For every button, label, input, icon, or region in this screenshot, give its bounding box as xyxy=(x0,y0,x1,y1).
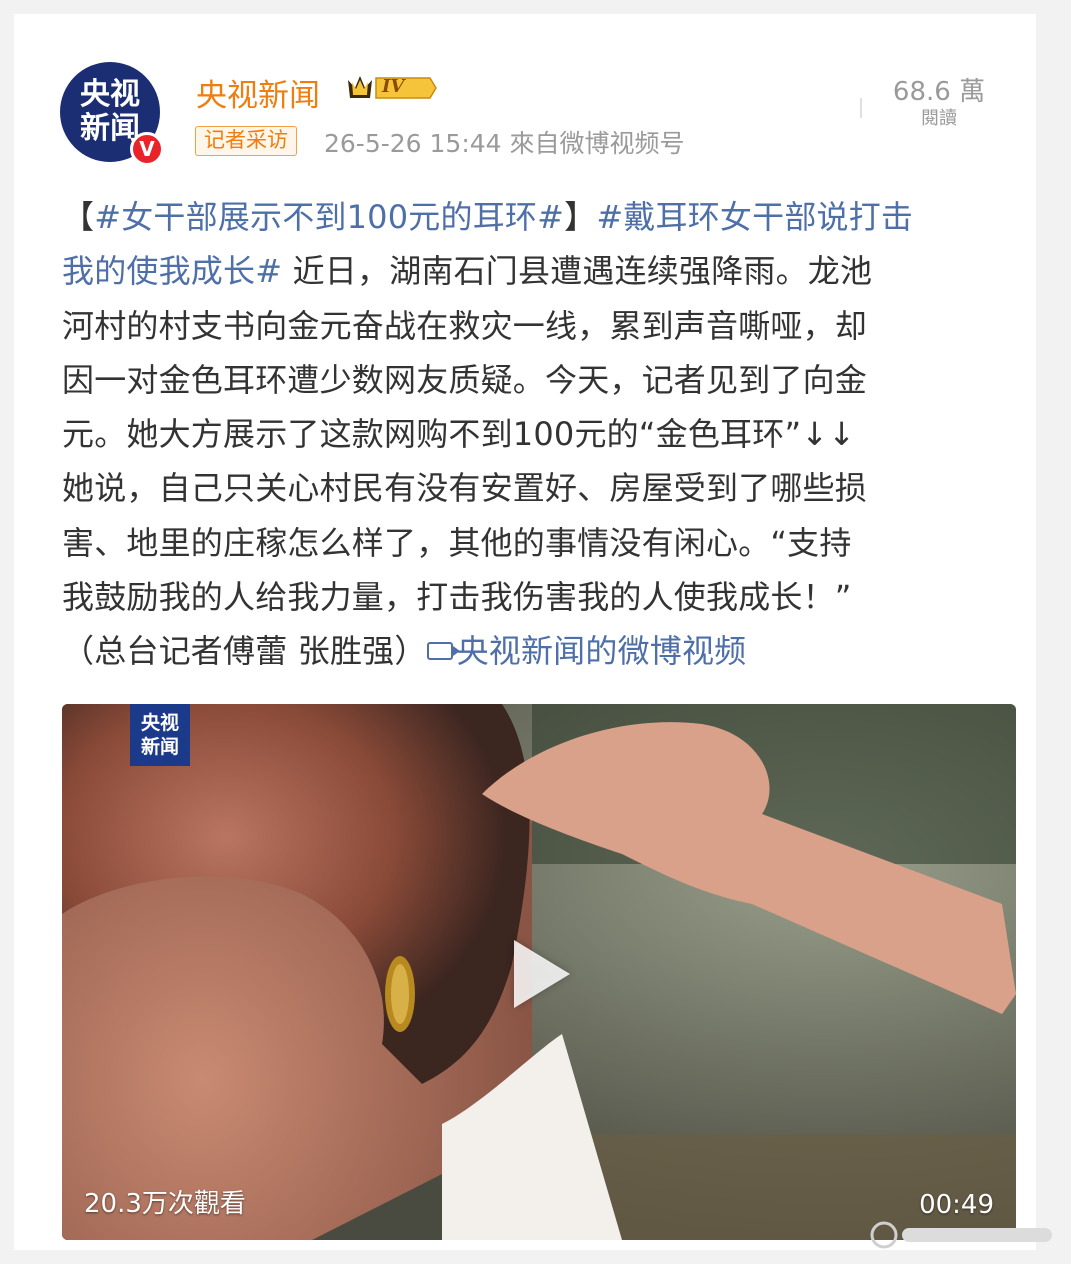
post-text: 【#女干部展示不到100元的耳环#】#戴耳环女干部说打击 我的使我成长# 近日，湖… xyxy=(62,190,1012,679)
video-logo-line2: 新闻 xyxy=(140,736,179,758)
views-counter: 68.6 萬 閱讀 xyxy=(874,76,1004,130)
views-label: 閱讀 xyxy=(921,108,957,129)
video-player[interactable]: 央视 新闻 20.3万次觀看 00:49 xyxy=(62,704,1016,1240)
avatar-logo-line1: 央视 xyxy=(80,77,140,112)
timestamp: 26-5-26 15:44 xyxy=(324,129,502,158)
text-segment: 】 xyxy=(564,198,597,236)
text-segment: 害、地里的庄稼怎么样了，其他的事情没有闲心。“支持 xyxy=(62,523,852,562)
text-segment: （总台记者傅蕾 张胜强） xyxy=(62,632,427,671)
text-line: 河村的村支书向金元奋战在救灾一线，累到声音嘶哑，却 xyxy=(62,299,1012,353)
video-channel-logo: 央视 新闻 xyxy=(130,704,190,766)
post-meta: 26-5-26 15:44 來自微博视频号 xyxy=(324,124,685,160)
views-count: 68.6 萬 xyxy=(892,77,986,107)
text-segment: 她说，自己只关心村民有没有安置好、房屋受到了哪些损 xyxy=(62,469,868,508)
text-segment: 近日，湖南石门县遭遇连续强降雨。龙池 xyxy=(282,252,873,291)
text-segment: 因一对金色耳环遭少数网友质疑。今天，记者见到了向金 xyxy=(62,360,868,399)
play-count: 20.3万次觀看 xyxy=(84,1189,246,1219)
text-segment: 我鼓励我的人给我力量，打击我伤害我的人使我成长！” xyxy=(62,578,852,617)
video-logo-line1: 央视 xyxy=(140,712,179,734)
avatar[interactable]: 央视 新闻 V xyxy=(60,62,164,166)
text-line: 【#女干部展示不到100元的耳环#】#戴耳环女干部说打击 xyxy=(62,190,1012,244)
hashtag-link[interactable]: 我的使我成长# xyxy=(62,252,282,290)
source[interactable]: 來自微博视频号 xyxy=(510,129,685,158)
verified-icon: V xyxy=(130,132,164,166)
text-line: 她说，自己只关心村民有没有安置好、房屋受到了哪些损 xyxy=(62,461,1012,515)
author-name[interactable]: 央视新闻 xyxy=(196,70,320,115)
video-link[interactable]: 央视新闻的微博视频 xyxy=(457,632,747,670)
level-badge: IV xyxy=(382,76,405,97)
text-line: 害、地里的庄稼怎么样了，其他的事情没有闲心。“支持 xyxy=(62,516,1012,570)
reporter-tag[interactable]: 记者采访 xyxy=(195,126,297,156)
weibo-post-card: 央视 新闻 V 央视新闻 IV 记者采访 26-5-26 15:44 來自微博视… xyxy=(14,14,1036,1250)
text-line: 因一对金色耳环遭少数网友质疑。今天，记者见到了向金 xyxy=(62,353,1012,407)
text-segment: 【 xyxy=(62,198,95,236)
hashtag-link[interactable]: #女干部展示不到100元的耳环# xyxy=(94,198,564,236)
video-duration: 00:49 xyxy=(919,1190,994,1220)
video-camera-icon xyxy=(426,642,460,661)
hashtag-link[interactable]: #戴耳环女干部说打击 xyxy=(596,198,913,236)
text-line: 元。她大方展示了这款网购不到100元的“金色耳环”↓↓ xyxy=(62,407,1012,461)
text-segment: 元。她大方展示了这款网购不到100元的“金色耳环”↓↓ xyxy=(62,415,856,454)
play-icon[interactable] xyxy=(514,940,570,1008)
text-segment: 河村的村支书向金元奋战在救灾一线，累到声音嘶哑，却 xyxy=(62,306,868,345)
watermark-logo xyxy=(870,1221,1052,1249)
text-line: 我的使我成长# 近日，湖南石门县遭遇连续强降雨。龙池 xyxy=(62,244,1012,298)
text-line: 我鼓励我的人给我力量，打击我伤害我的人使我成长！” xyxy=(62,570,1012,624)
text-line: （总台记者傅蕾 张胜强） 央视新闻的微博视频 xyxy=(62,624,1012,678)
divider xyxy=(860,98,862,118)
